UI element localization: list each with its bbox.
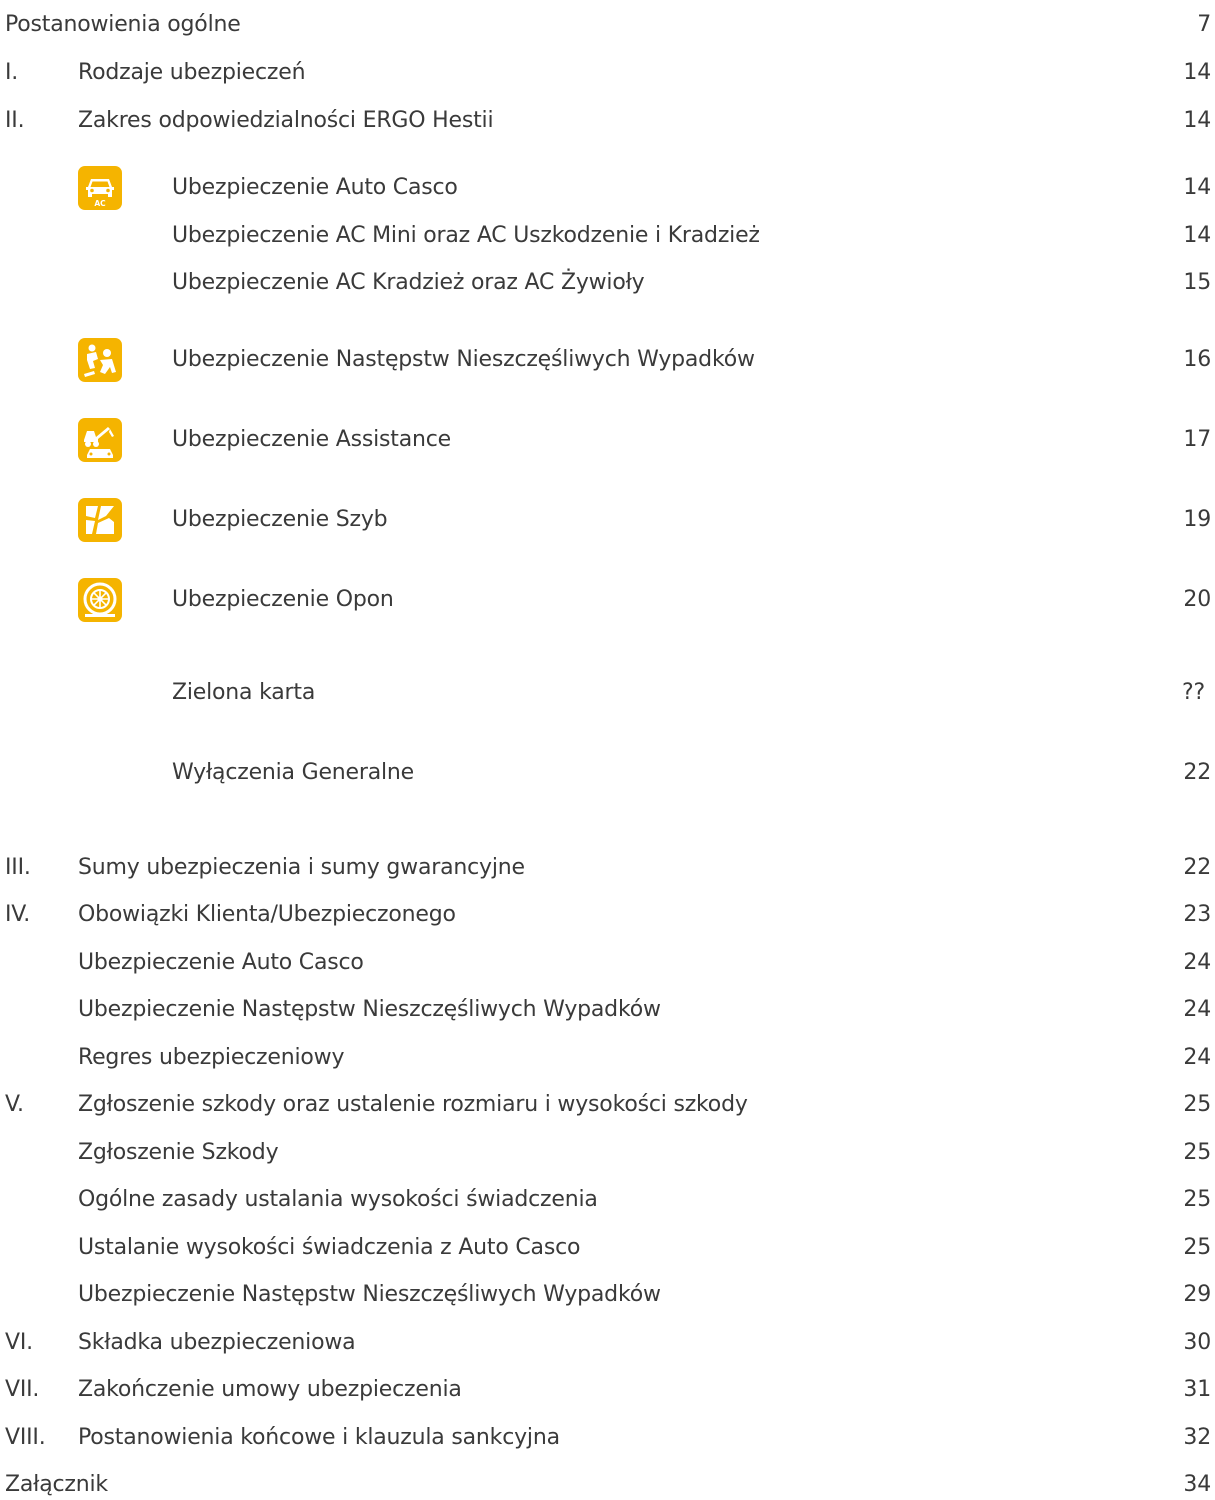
toc-label: Zgłoszenie szkody oraz ustalenie rozmiar… bbox=[78, 1092, 748, 1117]
toc-page: 7 bbox=[1197, 12, 1211, 37]
tow-truck-icon bbox=[78, 418, 122, 462]
toc-page: 34 bbox=[1183, 1472, 1211, 1497]
toc-page: 25 bbox=[1183, 1187, 1211, 1212]
toc-label: Ubezpieczenie Szyb bbox=[172, 507, 388, 532]
toc-page: 14 bbox=[1183, 175, 1211, 200]
toc-label: Zgłoszenie Szkody bbox=[78, 1140, 279, 1165]
toc-number: I. bbox=[5, 60, 19, 85]
toc-label: Wyłączenia Generalne bbox=[172, 760, 415, 785]
toc-number: VII. bbox=[5, 1377, 40, 1402]
toc-page: 17 bbox=[1183, 427, 1211, 452]
toc-label: Ubezpieczenie Auto Casco bbox=[172, 175, 458, 200]
toc-label: Ubezpieczenie Następstw Nieszczęśliwych … bbox=[78, 997, 661, 1022]
toc-number: V. bbox=[5, 1092, 24, 1117]
tire-icon bbox=[78, 578, 122, 622]
toc-page: 14 bbox=[1183, 108, 1211, 133]
toc-label: Sumy ubezpieczenia i sumy gwarancyjne bbox=[78, 855, 525, 880]
toc-label: Ubezpieczenie Auto Casco bbox=[78, 950, 364, 975]
toc-label: Rodzaje ubezpieczeń bbox=[78, 60, 306, 85]
toc-number: VI. bbox=[5, 1330, 33, 1355]
toc-label: Składka ubezpieczeniowa bbox=[78, 1330, 356, 1355]
toc-number: II. bbox=[5, 108, 25, 133]
toc-label: Ubezpieczenie Opon bbox=[172, 587, 394, 612]
toc-page: 14 bbox=[1183, 223, 1211, 248]
toc-label: Postanowienia ogólne bbox=[5, 12, 241, 37]
toc-label: Ubezpieczenie Następstw Nieszczęśliwych … bbox=[172, 347, 755, 372]
injured-people-icon bbox=[78, 338, 122, 382]
toc-label: Postanowienia końcowe i klauzula sankcyj… bbox=[78, 1425, 560, 1450]
toc-label: Ubezpieczenie AC Kradzież oraz AC Żywioł… bbox=[172, 270, 645, 295]
toc-page: 25 bbox=[1183, 1235, 1211, 1260]
toc-page: 25 bbox=[1183, 1092, 1211, 1117]
toc-page: 22 bbox=[1183, 855, 1211, 880]
toc-number: VIII. bbox=[5, 1425, 46, 1450]
toc-label: Ubezpieczenie AC Mini oraz AC Uszkodzeni… bbox=[172, 223, 760, 248]
toc-page: 24 bbox=[1183, 1045, 1211, 1070]
toc-page: 15 bbox=[1183, 270, 1211, 295]
toc-page: 25 bbox=[1183, 1140, 1211, 1165]
ac-badge-text: AC bbox=[94, 199, 106, 208]
toc-page: 29 bbox=[1183, 1282, 1211, 1307]
toc-label: Zielona karta bbox=[172, 680, 316, 705]
toc-page: 23 bbox=[1183, 902, 1211, 927]
car-ac-icon: AC bbox=[78, 166, 122, 210]
toc-label: Ubezpieczenie Assistance bbox=[172, 427, 451, 452]
toc-label: Załącznik bbox=[5, 1472, 108, 1497]
toc-number: IV. bbox=[5, 902, 31, 927]
toc-page: 24 bbox=[1183, 950, 1211, 975]
toc-label: Regres ubezpieczeniowy bbox=[78, 1045, 345, 1070]
toc-page: 22 bbox=[1183, 760, 1211, 785]
toc-label: Zakończenie umowy ubezpieczenia bbox=[78, 1377, 462, 1402]
toc-label: Obowiązki Klienta/Ubezpieczonego bbox=[78, 902, 456, 927]
toc-label: Zakres odpowiedzialności ERGO Hestii bbox=[78, 108, 494, 133]
toc-label: Ubezpieczenie Następstw Nieszczęśliwych … bbox=[78, 1282, 661, 1307]
toc-page: 31 bbox=[1183, 1377, 1211, 1402]
toc-label: Ogólne zasady ustalania wysokości świadc… bbox=[78, 1187, 598, 1212]
toc-number: III. bbox=[5, 855, 31, 880]
toc-page: 16 bbox=[1183, 347, 1211, 372]
toc-page: 24 bbox=[1183, 997, 1211, 1022]
toc-page: 14 bbox=[1183, 60, 1211, 85]
toc-page: ?? bbox=[1182, 680, 1205, 705]
toc-page: 19 bbox=[1183, 507, 1211, 532]
broken-glass-icon bbox=[78, 498, 122, 542]
toc-page: 32 bbox=[1183, 1425, 1211, 1450]
toc-page: 30 bbox=[1183, 1330, 1211, 1355]
toc-page: 20 bbox=[1183, 587, 1211, 612]
toc-label: Ustalanie wysokości świadczenia z Auto C… bbox=[78, 1235, 581, 1260]
